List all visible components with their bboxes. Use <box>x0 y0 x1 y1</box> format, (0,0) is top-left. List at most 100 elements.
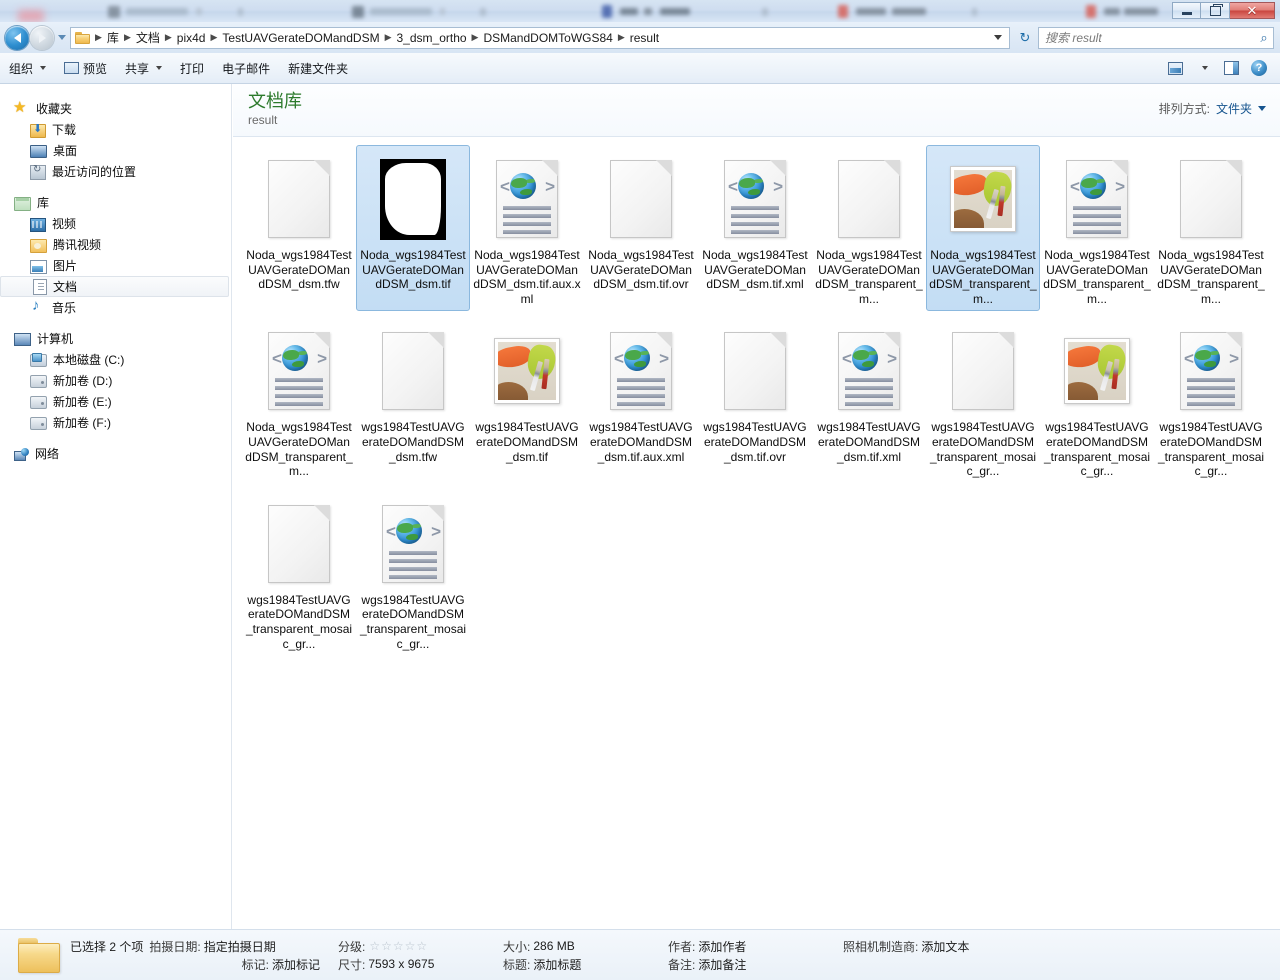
sidebar-item-收藏夹[interactable]: 收藏夹 <box>0 98 231 119</box>
blurred-tab-chip <box>620 8 638 15</box>
authors-value[interactable]: 添加作者 <box>698 938 746 955</box>
details-line: 备注: 添加备注 <box>668 955 843 973</box>
file-item[interactable]: wgs1984TestUAVGerateDOMandDSM_dsm.tif.ov… <box>698 317 812 483</box>
breadcrumb-item-2[interactable]: 文档 <box>133 28 163 47</box>
drive-icon <box>30 396 47 409</box>
toolbar-item-2[interactable]: 预览 <box>55 56 116 81</box>
file-item[interactable]: Noda_wgs1984TestUAVGerateDOMandDSM_dsm.t… <box>584 145 698 311</box>
file-item[interactable]: wgs1984TestUAVGerateDOMandDSM_transparen… <box>1040 317 1154 483</box>
file-item[interactable]: < > Noda_wgs1984TestUAVGerateDOMandDSM_dsm… <box>470 145 584 311</box>
file-item[interactable]: < > Noda_wgs1984TestUAVGerateDOMandDSM_tra… <box>1040 145 1154 311</box>
date-taken-value[interactable]: 指定拍摄日期 <box>204 938 276 955</box>
rating-star[interactable]: ☆ <box>405 940 416 952</box>
file-item[interactable]: < > wgs1984TestUAVGerateDOMandDSM_transpar… <box>356 490 470 656</box>
rating-star[interactable]: ☆ <box>369 940 380 952</box>
file-thumbnail: < > <box>245 322 353 420</box>
help-button[interactable]: ? <box>1246 57 1272 79</box>
toolbar-item-4[interactable]: 打印 <box>171 56 213 81</box>
file-item[interactable]: wgs1984TestUAVGerateDOMandDSM_dsm.tfw <box>356 317 470 483</box>
sidebar-item-本地磁盘-(C:)[interactable]: 本地磁盘 (C:) <box>0 349 231 370</box>
address-dropdown-icon[interactable] <box>994 35 1002 40</box>
rating-star[interactable]: ☆ <box>393 940 404 952</box>
toolbar-item-3[interactable]: 共享 <box>116 56 171 81</box>
breadcrumb-bar[interactable]: ▶ 库 ▶ 文档 ▶ pix4d ▶ TestUAVGerateDOMandDSM ▶ 3_dsm… <box>70 26 1010 49</box>
change-view-dropdown[interactable] <box>1190 57 1216 79</box>
file-item[interactable]: < > wgs1984TestUAVGerateDOMandDSM_dsm.tif.… <box>584 317 698 483</box>
minimize-button[interactable] <box>1172 2 1201 19</box>
sidebar-item-腾讯视频[interactable]: 腾讯视频 <box>0 234 231 255</box>
restore-button[interactable] <box>1201 2 1230 19</box>
sidebar-item-桌面[interactable]: 桌面 <box>0 140 231 161</box>
file-item[interactable]: < > wgs1984TestUAVGerateDOMandDSM_transpar… <box>1154 317 1268 483</box>
close-icon: ✕ <box>1246 3 1258 18</box>
sidebar-item-文档[interactable]: 文档 <box>0 276 229 297</box>
search-input[interactable]: 搜索 result <box>1039 29 1255 46</box>
sidebar-item-音乐[interactable]: 音乐 <box>0 297 231 318</box>
download-icon <box>30 122 46 138</box>
file-name: wgs1984TestUAVGerateDOMandDSM_transparen… <box>359 592 467 651</box>
file-name: Noda_wgs1984TestUAVGerateDOMandDSM_trans… <box>929 248 1037 306</box>
sidebar-item-最近访问的位置[interactable]: 最近访问的位置 <box>0 161 231 182</box>
sidebar-item-计算机[interactable]: 计算机 <box>0 328 231 349</box>
blurred-tab-chip <box>762 8 768 16</box>
rating-star[interactable]: ☆ <box>416 940 427 952</box>
chevron-down-icon[interactable] <box>1258 106 1266 111</box>
file-item[interactable]: Noda_wgs1984TestUAVGerateDOMandDSM_trans… <box>1154 145 1268 311</box>
forward-button[interactable] <box>30 25 54 50</box>
close-button[interactable]: ✕ <box>1230 2 1275 19</box>
breadcrumb-item-5[interactable]: 3_dsm_ortho <box>394 30 470 46</box>
sidebar-item-图片[interactable]: 图片 <box>0 255 231 276</box>
change-view-button[interactable] <box>1162 57 1188 79</box>
breadcrumb-item-6[interactable]: DSMandDOMToWGS84 <box>480 30 615 46</box>
file-item[interactable]: < > Noda_wgs1984TestUAVGerateDOMandDSM_tra… <box>242 317 356 483</box>
rating-stars[interactable]: ☆ ☆ ☆ ☆ ☆ <box>369 940 427 952</box>
navigation-pane[interactable]: 收藏夹下载桌面最近访问的位置库视频腾讯视频图片文档音乐计算机本地磁盘 (C:) 新… <box>0 84 232 929</box>
file-grid[interactable]: Noda_wgs1984TestUAVGerateDOMandDSM_dsm.t… <box>233 137 1280 662</box>
camera-maker-value[interactable]: 添加文本 <box>921 938 969 955</box>
toolbar-item-6[interactable]: 新建文件夹 <box>279 56 357 81</box>
file-item[interactable]: Noda_wgs1984TestUAVGerateDOMandDSM_trans… <box>812 145 926 311</box>
sidebar-item-网络[interactable]: 网络 <box>0 443 231 464</box>
library-subtitle: result <box>248 113 278 127</box>
file-item[interactable]: Noda_wgs1984TestUAVGerateDOMandDSM_trans… <box>926 145 1040 312</box>
file-item[interactable]: < > wgs1984TestUAVGerateDOMandDSM_dsm.tif.… <box>812 317 926 483</box>
tags-value[interactable]: 添加标记 <box>272 956 320 973</box>
file-item[interactable]: wgs1984TestUAVGerateDOMandDSM_transparen… <box>242 490 356 656</box>
file-item[interactable]: Noda_wgs1984TestUAVGerateDOMandDSM_dsm.t… <box>242 145 356 311</box>
file-item[interactable]: wgs1984TestUAVGerateDOMandDSM_transparen… <box>926 317 1040 483</box>
arrange-by-value[interactable]: 文件夹 <box>1216 100 1252 117</box>
sidebar-item-新加卷-(E:)[interactable]: 新加卷 (E:) <box>0 391 231 412</box>
sidebar-item-新加卷-(F:)[interactable]: 新加卷 (F:) <box>0 412 231 433</box>
sidebar-item-库[interactable]: 库 <box>0 192 231 213</box>
rating-star[interactable]: ☆ <box>381 940 392 952</box>
back-button[interactable] <box>5 25 29 50</box>
sidebar-item-下载[interactable]: 下载 <box>0 119 231 140</box>
blank-file-icon <box>610 160 672 238</box>
file-thumbnail: < > <box>701 150 809 248</box>
file-item[interactable]: Noda_wgs1984TestUAVGerateDOMandDSM_dsm.t… <box>356 145 470 312</box>
preview-pane-button[interactable] <box>1218 57 1244 79</box>
file-item[interactable]: wgs1984TestUAVGerateDOMandDSM_dsm.tif <box>470 317 584 483</box>
arrange-by-control[interactable]: 排列方式: 文件夹 <box>1159 100 1266 117</box>
breadcrumb-item-3[interactable]: pix4d <box>174 30 209 46</box>
breadcrumb-item-4[interactable]: TestUAVGerateDOMandDSM <box>219 30 382 46</box>
sidebar-group: 网络 <box>0 443 231 464</box>
sidebar-item-视频[interactable]: 视频 <box>0 213 231 234</box>
toolbar-item-1[interactable]: 组织 <box>0 56 55 81</box>
refresh-button[interactable]: ↻ <box>1012 27 1038 49</box>
title-value[interactable]: 添加标题 <box>533 956 581 973</box>
comments-value[interactable]: 添加备注 <box>698 956 746 973</box>
file-item[interactable]: < > Noda_wgs1984TestUAVGerateDOMandDSM_dsm… <box>698 145 812 311</box>
sidebar-item-新加卷-(D:)[interactable]: 新加卷 (D:) <box>0 370 231 391</box>
file-name: Noda_wgs1984TestUAVGerateDOMandDSM_dsm.t… <box>246 248 352 292</box>
file-name: wgs1984TestUAVGerateDOMandDSM_dsm.tif.au… <box>589 420 693 464</box>
sidebar-item-label: 下载 <box>52 123 77 137</box>
blurred-tab-chip <box>440 8 445 15</box>
toolbar-item-5[interactable]: 电子邮件 <box>213 56 279 81</box>
recent-pages-icon[interactable] <box>58 35 66 40</box>
search-box[interactable]: 搜索 result ⌕ <box>1038 26 1274 49</box>
breadcrumb-item-7[interactable]: result <box>627 30 662 46</box>
blurred-tab-chip <box>238 8 243 16</box>
file-list-pane[interactable]: 文档库 result 排列方式: 文件夹 Noda_wgs1984TestUAV… <box>233 84 1280 929</box>
breadcrumb-item-1[interactable]: 库 <box>104 28 122 47</box>
